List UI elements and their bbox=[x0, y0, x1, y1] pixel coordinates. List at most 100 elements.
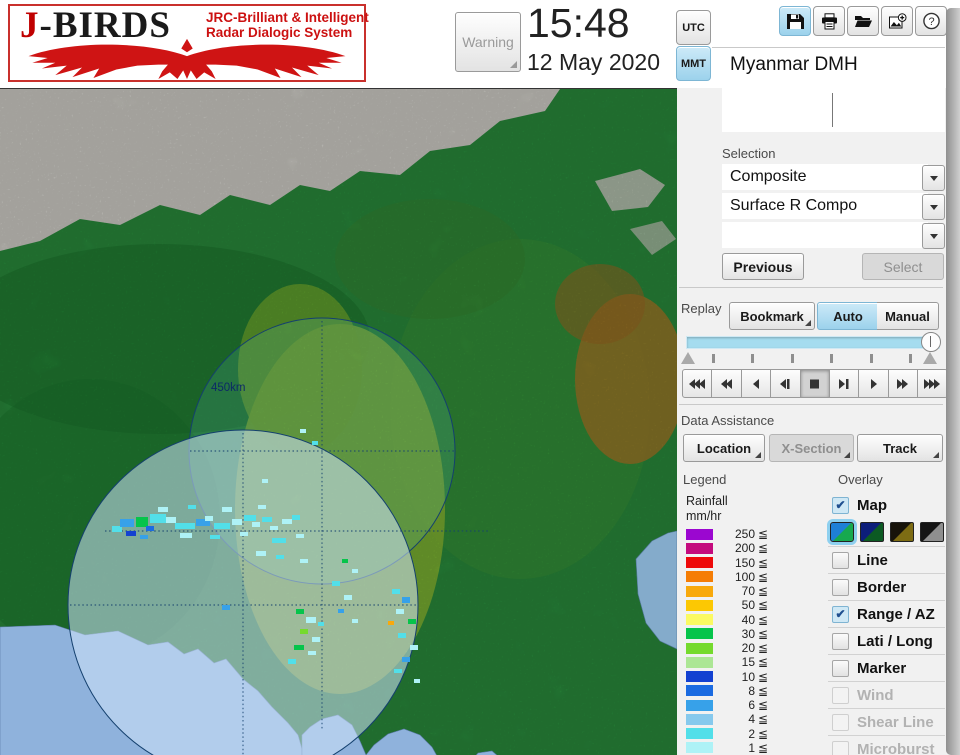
legend-value: 40 bbox=[741, 612, 755, 627]
checkbox-border[interactable] bbox=[832, 578, 849, 596]
rainfall-legend: 250 ≦ 200 ≦ 150 ≦ 100 ≦ 70 ≦ 50 ≦ 40 ≦ 30 ≦ 20 ≦ 15 ≦ 10 ≦ 8 ≦ 6… bbox=[686, 527, 796, 755]
help-button[interactable]: ? bbox=[915, 6, 947, 36]
overlay-item-line[interactable]: Line bbox=[828, 546, 945, 573]
overlay-item-marker[interactable]: Marker bbox=[828, 654, 945, 681]
manual-mode-button[interactable]: Manual bbox=[877, 302, 939, 330]
legend-color-swatch bbox=[686, 571, 713, 583]
rain-echo bbox=[296, 534, 304, 538]
timeline-start-marker[interactable] bbox=[681, 352, 695, 364]
legend-lte-symbol: ≦ bbox=[758, 712, 769, 727]
legend-row: 50 ≦ bbox=[686, 598, 796, 612]
clock-date: 12 May 2020 bbox=[527, 49, 660, 75]
legend-color-swatch bbox=[686, 542, 713, 554]
timeline-tick bbox=[908, 354, 912, 363]
playback-fwd2-button[interactable] bbox=[888, 369, 919, 398]
replay-slider-handle[interactable] bbox=[921, 332, 941, 352]
legend-color-swatch bbox=[686, 656, 713, 668]
dropdown-arrow-button[interactable] bbox=[922, 194, 945, 220]
playback-rew3-button[interactable] bbox=[682, 369, 713, 398]
legend-lte-symbol: ≦ bbox=[758, 655, 769, 670]
checkbox-wind[interactable] bbox=[832, 686, 849, 704]
track-button[interactable]: Track bbox=[857, 434, 943, 462]
save-button[interactable] bbox=[779, 6, 811, 36]
legend-value: 150 bbox=[734, 555, 755, 570]
overlay-item-map[interactable]: ✔ Map bbox=[828, 492, 945, 518]
legend-color-swatch bbox=[686, 642, 713, 654]
playback-stop-button[interactable] bbox=[800, 369, 830, 398]
dropdown-arrow-button[interactable] bbox=[922, 165, 945, 191]
add-image-icon bbox=[888, 12, 906, 28]
timeline-end-marker[interactable] bbox=[923, 352, 937, 364]
checkbox-lati-long[interactable] bbox=[832, 632, 849, 650]
clock-time: 15:48 bbox=[527, 0, 630, 46]
add-image-button[interactable] bbox=[881, 6, 913, 36]
utc-button[interactable]: UTC bbox=[676, 10, 711, 45]
rain-echo bbox=[126, 531, 136, 536]
play-back-icon bbox=[752, 378, 759, 389]
overlay-item-shear-line[interactable]: Shear Line bbox=[828, 708, 945, 735]
command-input[interactable] bbox=[722, 88, 945, 132]
checkbox-range-az[interactable]: ✔ bbox=[832, 605, 849, 623]
map-style-swatch-1[interactable] bbox=[830, 522, 854, 542]
dropdown-arrow-button[interactable] bbox=[922, 223, 945, 249]
checkbox-marker[interactable] bbox=[832, 659, 849, 677]
open-folder-button[interactable] bbox=[847, 6, 879, 36]
map-style-swatch-4[interactable] bbox=[920, 522, 944, 542]
checkbox-microburst[interactable] bbox=[832, 740, 849, 755]
replay-section-label: Replay bbox=[681, 301, 722, 316]
playback-step-fwd-button[interactable] bbox=[829, 369, 860, 398]
overlay-item-lati-long[interactable]: Lati / Long bbox=[828, 627, 945, 654]
legend-value: 2 bbox=[748, 726, 755, 741]
sidebar-splitter[interactable] bbox=[946, 8, 960, 755]
overlay-item-label: Lati / Long bbox=[857, 632, 933, 650]
svg-text:?: ? bbox=[928, 16, 934, 28]
legend-row: 15 ≦ bbox=[686, 655, 796, 669]
checkbox-shear-line[interactable] bbox=[832, 713, 849, 731]
overlay-item-border[interactable]: Border bbox=[828, 573, 945, 600]
overlay-item-wind[interactable]: Wind bbox=[828, 681, 945, 708]
overlay-item-microburst[interactable]: Microburst bbox=[828, 735, 945, 755]
rain-echo bbox=[398, 633, 406, 638]
checkbox-line[interactable] bbox=[832, 551, 849, 569]
open-folder-icon bbox=[854, 16, 872, 27]
auto-mode-button[interactable]: Auto bbox=[817, 302, 879, 330]
playback-rew2-button[interactable] bbox=[712, 369, 742, 398]
legend-color-swatch bbox=[686, 599, 713, 611]
rain-echo bbox=[140, 535, 148, 539]
timeline-tick bbox=[830, 354, 834, 363]
station-name-field[interactable]: Myanmar DMH bbox=[722, 50, 953, 80]
rain-echo bbox=[414, 679, 420, 683]
warning-button[interactable]: Warning bbox=[455, 12, 521, 72]
location-button[interactable]: Location bbox=[683, 434, 765, 462]
legend-value: 100 bbox=[734, 569, 755, 584]
map-style-swatch-3[interactable] bbox=[890, 522, 914, 542]
x-section-button[interactable]: X-Section bbox=[769, 434, 854, 462]
rain-echo bbox=[392, 589, 400, 594]
chevron-down-icon bbox=[929, 176, 938, 185]
playback-play-back-button[interactable] bbox=[741, 369, 772, 398]
rain-echo bbox=[402, 657, 410, 662]
playback-play-fwd-button[interactable] bbox=[859, 369, 889, 398]
radar-map[interactable]: 450km bbox=[0, 88, 685, 755]
map-style-swatch-2[interactable] bbox=[860, 522, 884, 542]
rain-echo bbox=[222, 507, 232, 512]
print-button[interactable] bbox=[813, 6, 845, 36]
dropdown-composite[interactable]: Composite bbox=[722, 164, 945, 191]
dropdown-extra[interactable] bbox=[722, 222, 945, 249]
replay-timeline-slider[interactable] bbox=[686, 336, 940, 349]
legend-lte-symbol: ≦ bbox=[758, 669, 769, 684]
playback-step-back-button[interactable] bbox=[771, 369, 801, 398]
corner-grip-icon bbox=[844, 452, 850, 458]
playback-fwd3-button[interactable] bbox=[918, 369, 948, 398]
dropdown-product[interactable]: Surface R Compo bbox=[722, 193, 945, 220]
mmt-button[interactable]: MMT bbox=[676, 46, 711, 81]
rain-echo bbox=[306, 617, 316, 623]
checkbox-map[interactable]: ✔ bbox=[832, 496, 849, 514]
overlay-item-range-az[interactable]: ✔ Range / AZ bbox=[828, 600, 945, 627]
previous-button[interactable]: Previous bbox=[722, 253, 804, 280]
divider bbox=[679, 287, 943, 288]
select-button[interactable]: Select bbox=[862, 253, 944, 280]
rain-echo bbox=[256, 551, 266, 556]
play-fwd-icon bbox=[870, 378, 877, 389]
bookmark-button[interactable]: Bookmark bbox=[729, 302, 815, 330]
